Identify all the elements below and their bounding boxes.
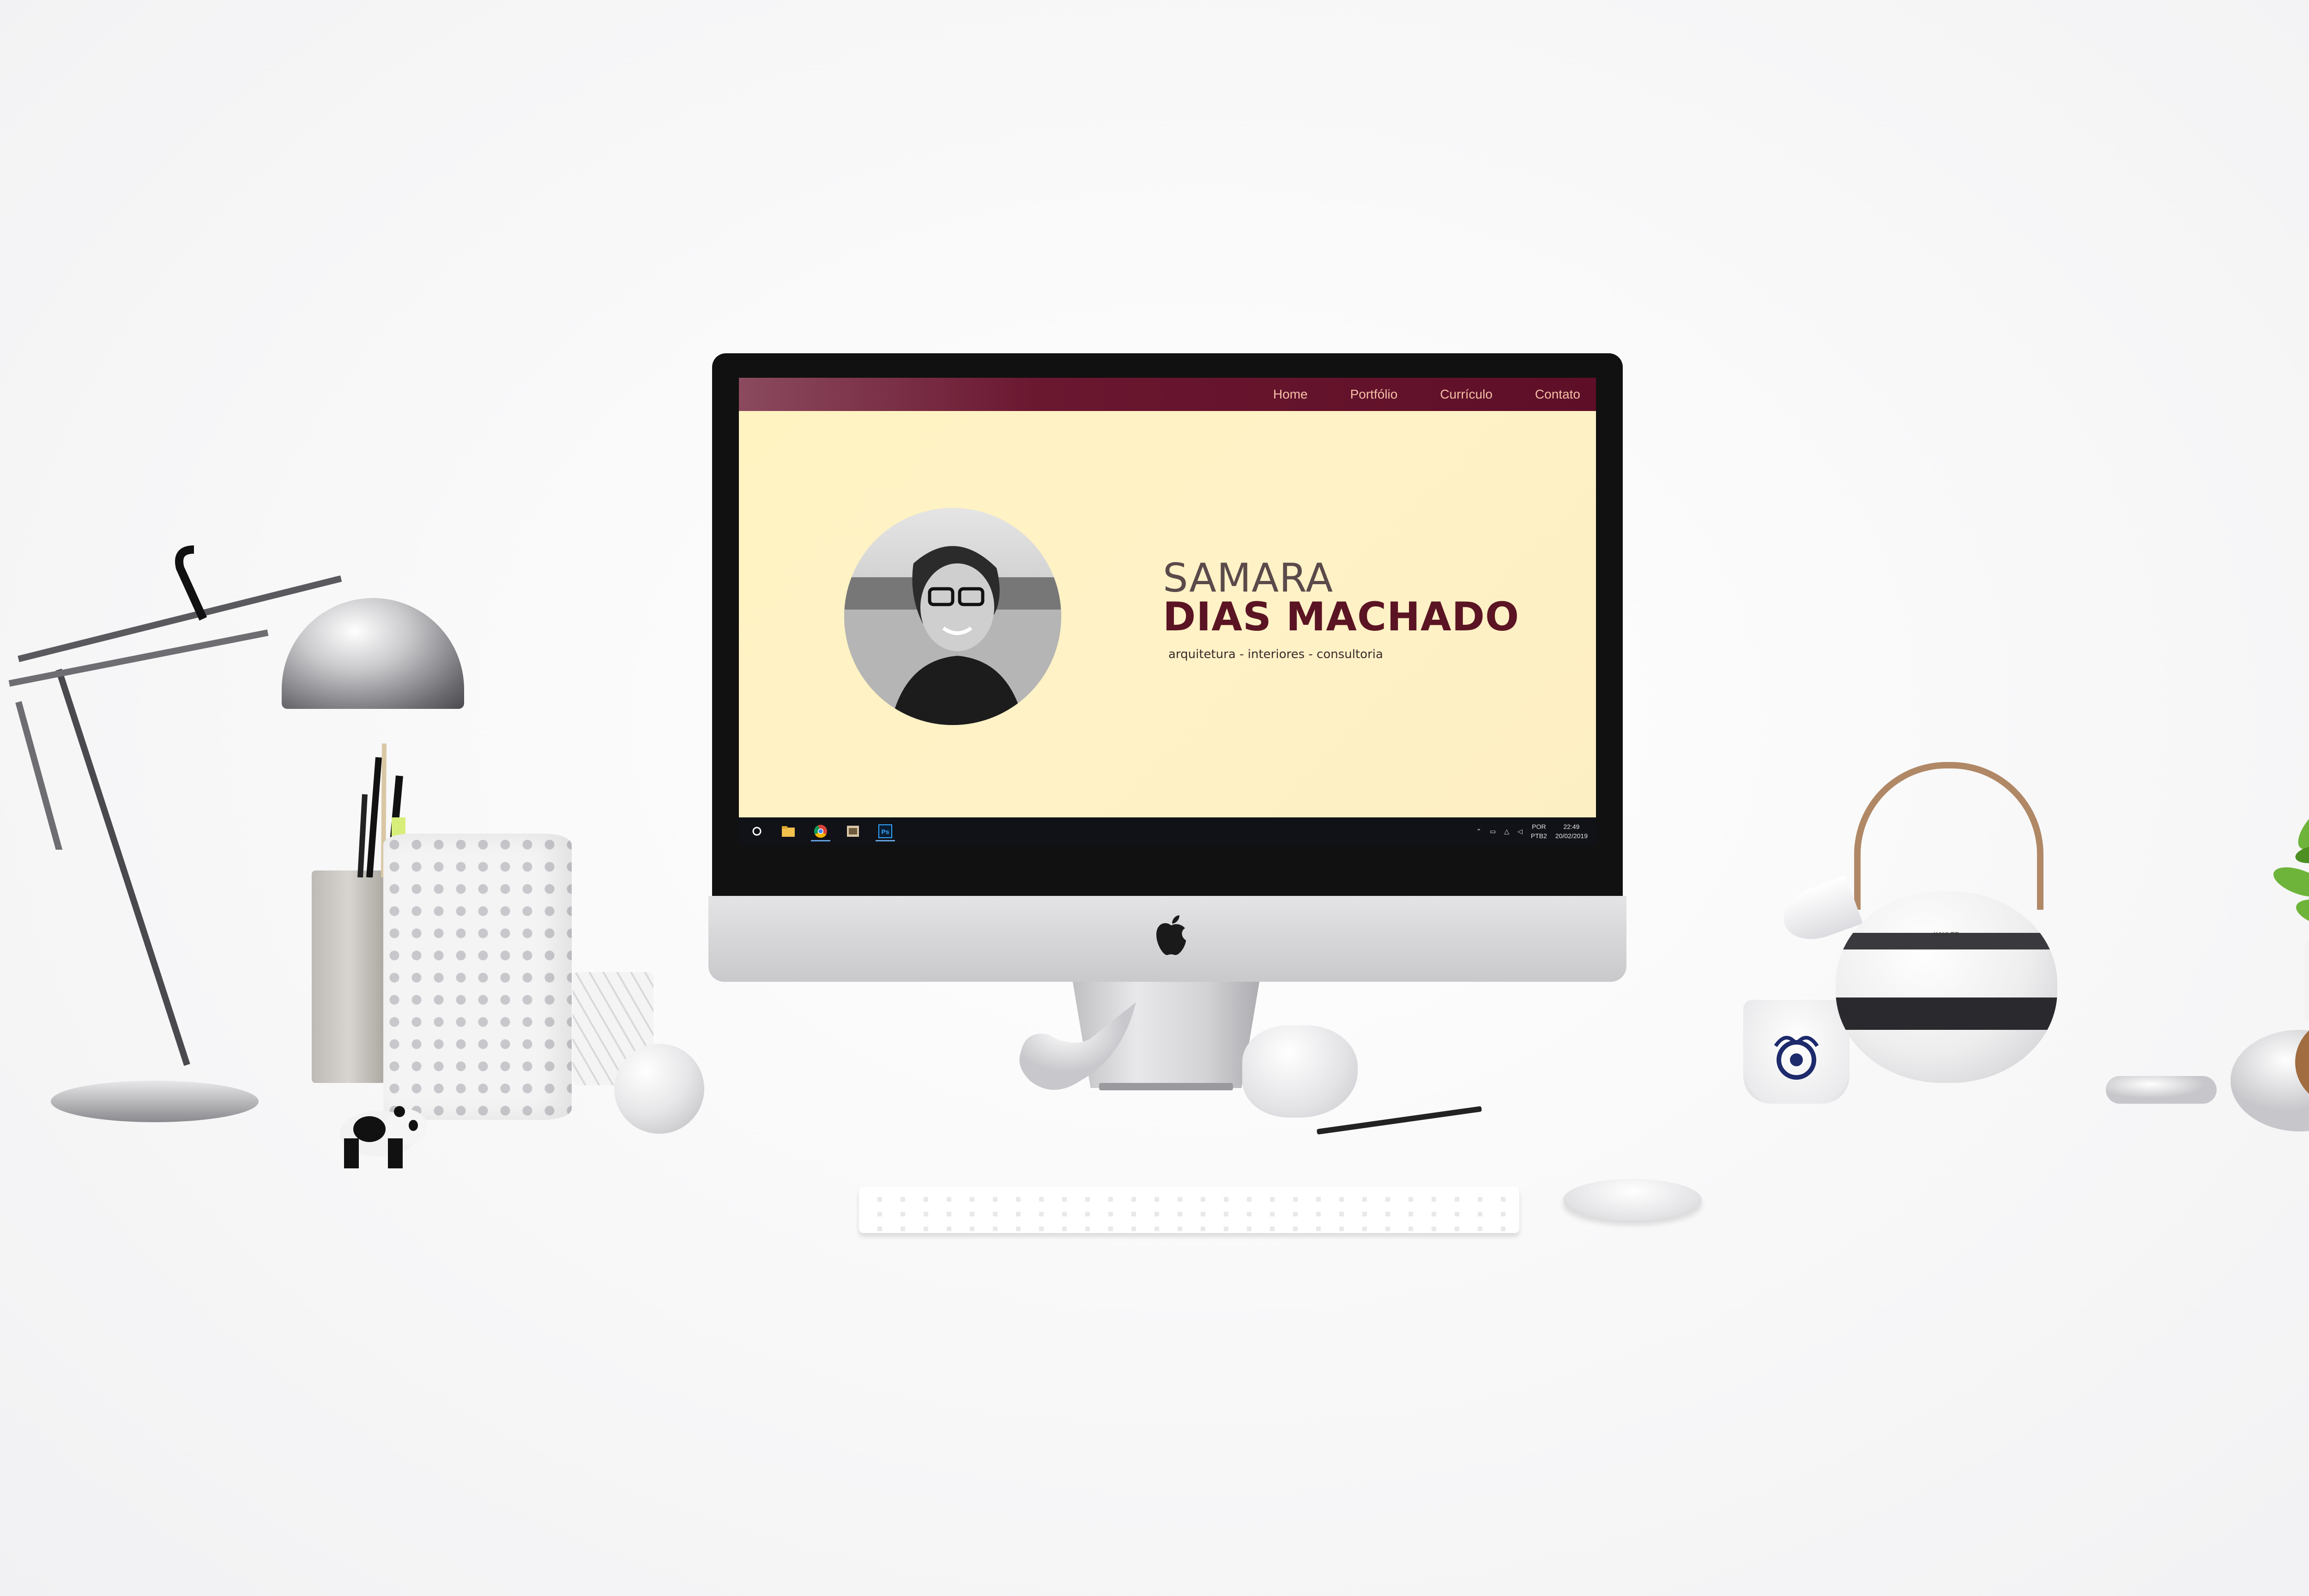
apple-logo-icon [1156,915,1186,955]
photoshop-icon[interactable]: Ps [873,821,898,841]
system-tray: ⌃ ▭ △ ◁ POR PTB2 22:49 20/02/2019 [1476,819,1588,843]
battery-icon[interactable]: ▭ [1490,828,1496,835]
crumpled-paper [1242,1025,1358,1118]
teapot-handle [1854,762,2043,910]
nav-contato[interactable]: Contato [1535,387,1580,402]
magic-mouse [1563,1179,1702,1221]
chrome-icon[interactable] [808,821,833,841]
hero-tagline: arquitetura - interiores - consultoria [1168,647,1383,661]
tea-cup [1743,1000,1850,1104]
windows-taskbar: Ps ⌃ ▭ △ ◁ POR PTB2 22:49 20/02/2019 [739,817,1596,845]
volume-icon[interactable]: ◁ [1517,828,1523,835]
language-indicator[interactable]: POR PTB2 [1531,822,1547,840]
hero-last-name: DIAS MACHADO [1163,594,1520,640]
plant-pot [2304,942,2309,1021]
bird-figurine [1019,1002,1136,1090]
clock-time: 22:49 [1563,823,1580,830]
desk-scene: Home Portfólio Currículo Contato SAMARA … [0,0,2309,1596]
perforated-holder [383,834,572,1120]
photoshop-label: Ps [881,828,889,835]
lamp-frame [8,545,269,850]
potted-plant [2273,804,2309,930]
monitor-screen: Home Portfólio Currículo Contato SAMARA … [739,378,1596,845]
teapot-brand-logo: KAHLER [1933,931,1960,938]
concrete-cup [312,871,386,1083]
glass-sphere [614,1044,704,1134]
clock[interactable]: 22:49 20/02/2019 [1555,822,1588,840]
profile-photo [844,508,1061,725]
nav-portfolio[interactable]: Portfólio [1350,387,1398,402]
panda-figurine [339,1106,427,1168]
clock-date: 20/02/2019 [1555,832,1588,840]
site-navbar: Home Portfólio Currículo Contato [739,378,1596,411]
teapot [1836,891,2057,1083]
cortana-icon[interactable] [744,821,769,841]
app-icon[interactable] [840,821,865,841]
headphones [2106,1030,2309,1131]
file-explorer-icon[interactable] [776,821,801,841]
language-code: POR [1532,823,1546,830]
keyboard [859,1187,1519,1233]
chevron-up-icon[interactable]: ⌃ [1476,828,1481,835]
lamp-base [51,1081,259,1122]
network-icon[interactable]: △ [1504,828,1509,835]
nav-curriculo[interactable]: Currículo [1440,387,1493,402]
keyboard-layout: PTB2 [1530,832,1547,840]
nav-home[interactable]: Home [1273,387,1308,402]
pencil [1316,1106,1482,1135]
